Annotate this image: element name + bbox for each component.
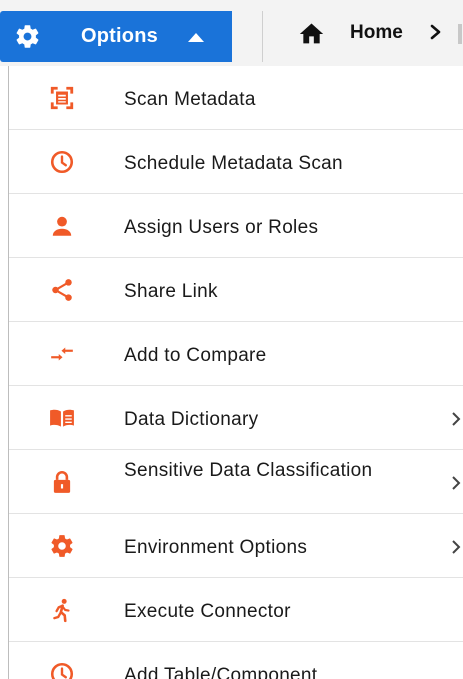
options-menu: Scan Metadata Schedule Metadata Scan Ass… xyxy=(8,66,463,679)
breadcrumb-home[interactable]: Home xyxy=(350,22,403,44)
menu-item-label: Add to Compare xyxy=(124,345,267,366)
menu-item-sensitive-data-classification[interactable]: Sensitive Data Classification xyxy=(9,450,463,514)
menu-item-scan-metadata[interactable]: Scan Metadata xyxy=(9,66,463,130)
menu-item-label: Data Dictionary xyxy=(124,409,259,430)
options-label: Options xyxy=(81,25,158,47)
chevron-right-icon xyxy=(452,412,461,426)
breadcrumb-next-edge xyxy=(458,24,462,44)
gear-icon xyxy=(51,535,73,557)
scan-icon xyxy=(50,86,74,110)
menu-item-label: Assign Users or Roles xyxy=(124,217,319,238)
chevron-right-icon xyxy=(452,540,461,554)
menu-item-add-to-compare[interactable]: Add to Compare xyxy=(9,322,463,386)
menu-item-share-link[interactable]: Share Link xyxy=(9,258,463,322)
top-toolbar: Options Home xyxy=(0,0,463,66)
user-icon xyxy=(52,216,72,236)
menu-item-schedule-metadata-scan[interactable]: Schedule Metadata Scan xyxy=(9,130,463,194)
menu-item-label: Environment Options xyxy=(124,537,308,558)
chevron-right-icon xyxy=(452,476,461,490)
menu-item-label: Add Table/Component xyxy=(124,665,318,679)
menu-item-label: Schedule Metadata Scan xyxy=(124,153,343,174)
home-icon[interactable] xyxy=(297,20,326,48)
clock-icon xyxy=(50,662,74,679)
caret-up-icon xyxy=(188,33,204,42)
menu-item-environment-options[interactable]: Environment Options xyxy=(9,514,463,578)
menu-item-data-dictionary[interactable]: Data Dictionary xyxy=(9,386,463,450)
menu-item-add-table-component[interactable]: Add Table/Component xyxy=(9,642,463,679)
running-person-icon xyxy=(53,598,70,623)
compare-arrows-icon xyxy=(51,347,73,361)
book-icon xyxy=(50,409,74,427)
menu-item-label: Scan Metadata xyxy=(124,89,256,110)
menu-item-label: Sensitive Data Classification xyxy=(124,460,373,481)
lock-icon xyxy=(53,471,71,493)
menu-item-assign-users-or-roles[interactable]: Assign Users or Roles xyxy=(9,194,463,258)
toolbar-divider xyxy=(262,11,263,62)
menu-item-execute-connector[interactable]: Execute Connector xyxy=(9,578,463,642)
options-button[interactable]: Options xyxy=(0,11,232,62)
menu-item-label: Share Link xyxy=(124,281,218,302)
share-icon xyxy=(52,279,72,301)
menu-item-label: Execute Connector xyxy=(124,601,291,622)
clock-icon xyxy=(50,150,74,174)
chevron-right-icon xyxy=(430,24,441,40)
gear-icon xyxy=(16,25,39,48)
